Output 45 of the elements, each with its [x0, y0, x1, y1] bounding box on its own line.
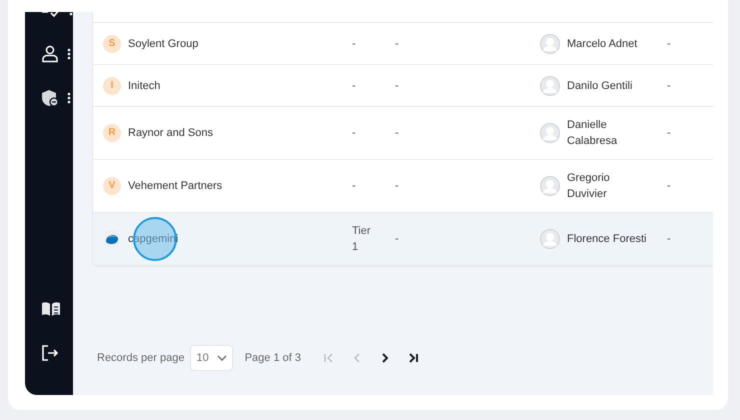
- table-cell-text: -: [667, 78, 671, 94]
- shield-icon[interactable]: [41, 89, 59, 107]
- user-avatar-icon: [540, 176, 560, 196]
- company-name[interactable]: Raynor and Sons: [128, 125, 213, 141]
- table-cell-text: -: [395, 78, 399, 94]
- company-logo-icon: [103, 230, 121, 248]
- owner-name: Danilo Gentili: [567, 78, 634, 94]
- owner-name: Danielle Calabresa: [567, 118, 618, 149]
- user-avatar-icon: [540, 123, 560, 143]
- initial-avatar: V: [103, 177, 121, 195]
- initial-avatar: I: [103, 76, 121, 94]
- table-cell-text: -: [667, 36, 671, 52]
- table-cell-text: -: [395, 126, 399, 141]
- table-row[interactable]: S Soylent Group - - Marcelo Adnet -: [93, 23, 713, 65]
- initial-avatar: S: [103, 34, 121, 52]
- company-name[interactable]: Vehement Partners: [128, 178, 222, 194]
- owner-name: Marcelo Adnet: [567, 36, 638, 52]
- table-cell-text: -: [352, 36, 357, 52]
- table-cell-text: -: [395, 36, 399, 52]
- company-name[interactable]: Soylent Group: [128, 36, 198, 52]
- initial-avatar: R: [103, 124, 121, 142]
- table-cell-text: -: [352, 179, 357, 194]
- table-cell-text: Tier 1: [352, 224, 372, 255]
- chevron-down-icon: [216, 355, 227, 361]
- owner-name: Gregorio Duvivier: [567, 171, 611, 202]
- table-cell-text: -: [395, 232, 399, 247]
- table-cell-text: -: [352, 126, 357, 141]
- records-per-page-label: Records per page: [97, 352, 184, 364]
- user-avatar-icon: [540, 229, 560, 249]
- owner-name: Florence Foresti: [567, 232, 648, 247]
- page-size-select[interactable]: 10: [190, 345, 233, 371]
- user-avatar-icon: [540, 34, 560, 54]
- book-icon[interactable]: [41, 301, 61, 317]
- table-cell-text: -: [395, 179, 399, 194]
- table-row[interactable]: I Initech - - Danilo Gentili -: [93, 65, 713, 107]
- table-cell-text: -: [667, 126, 671, 141]
- company-name[interactable]: Initech: [128, 78, 160, 94]
- table-cell-text: -: [352, 78, 357, 94]
- logout-icon[interactable]: [41, 344, 59, 362]
- table-cell-text: -: [667, 232, 671, 247]
- user-avatar-icon: [540, 76, 560, 96]
- table-cell-text: -: [667, 179, 671, 194]
- user-icon[interactable]: [41, 45, 59, 63]
- table-row[interactable]: R Raynor and Sons - - Danielle Calabresa -: [93, 107, 713, 160]
- page-info: Page 1 of 3: [244, 352, 301, 364]
